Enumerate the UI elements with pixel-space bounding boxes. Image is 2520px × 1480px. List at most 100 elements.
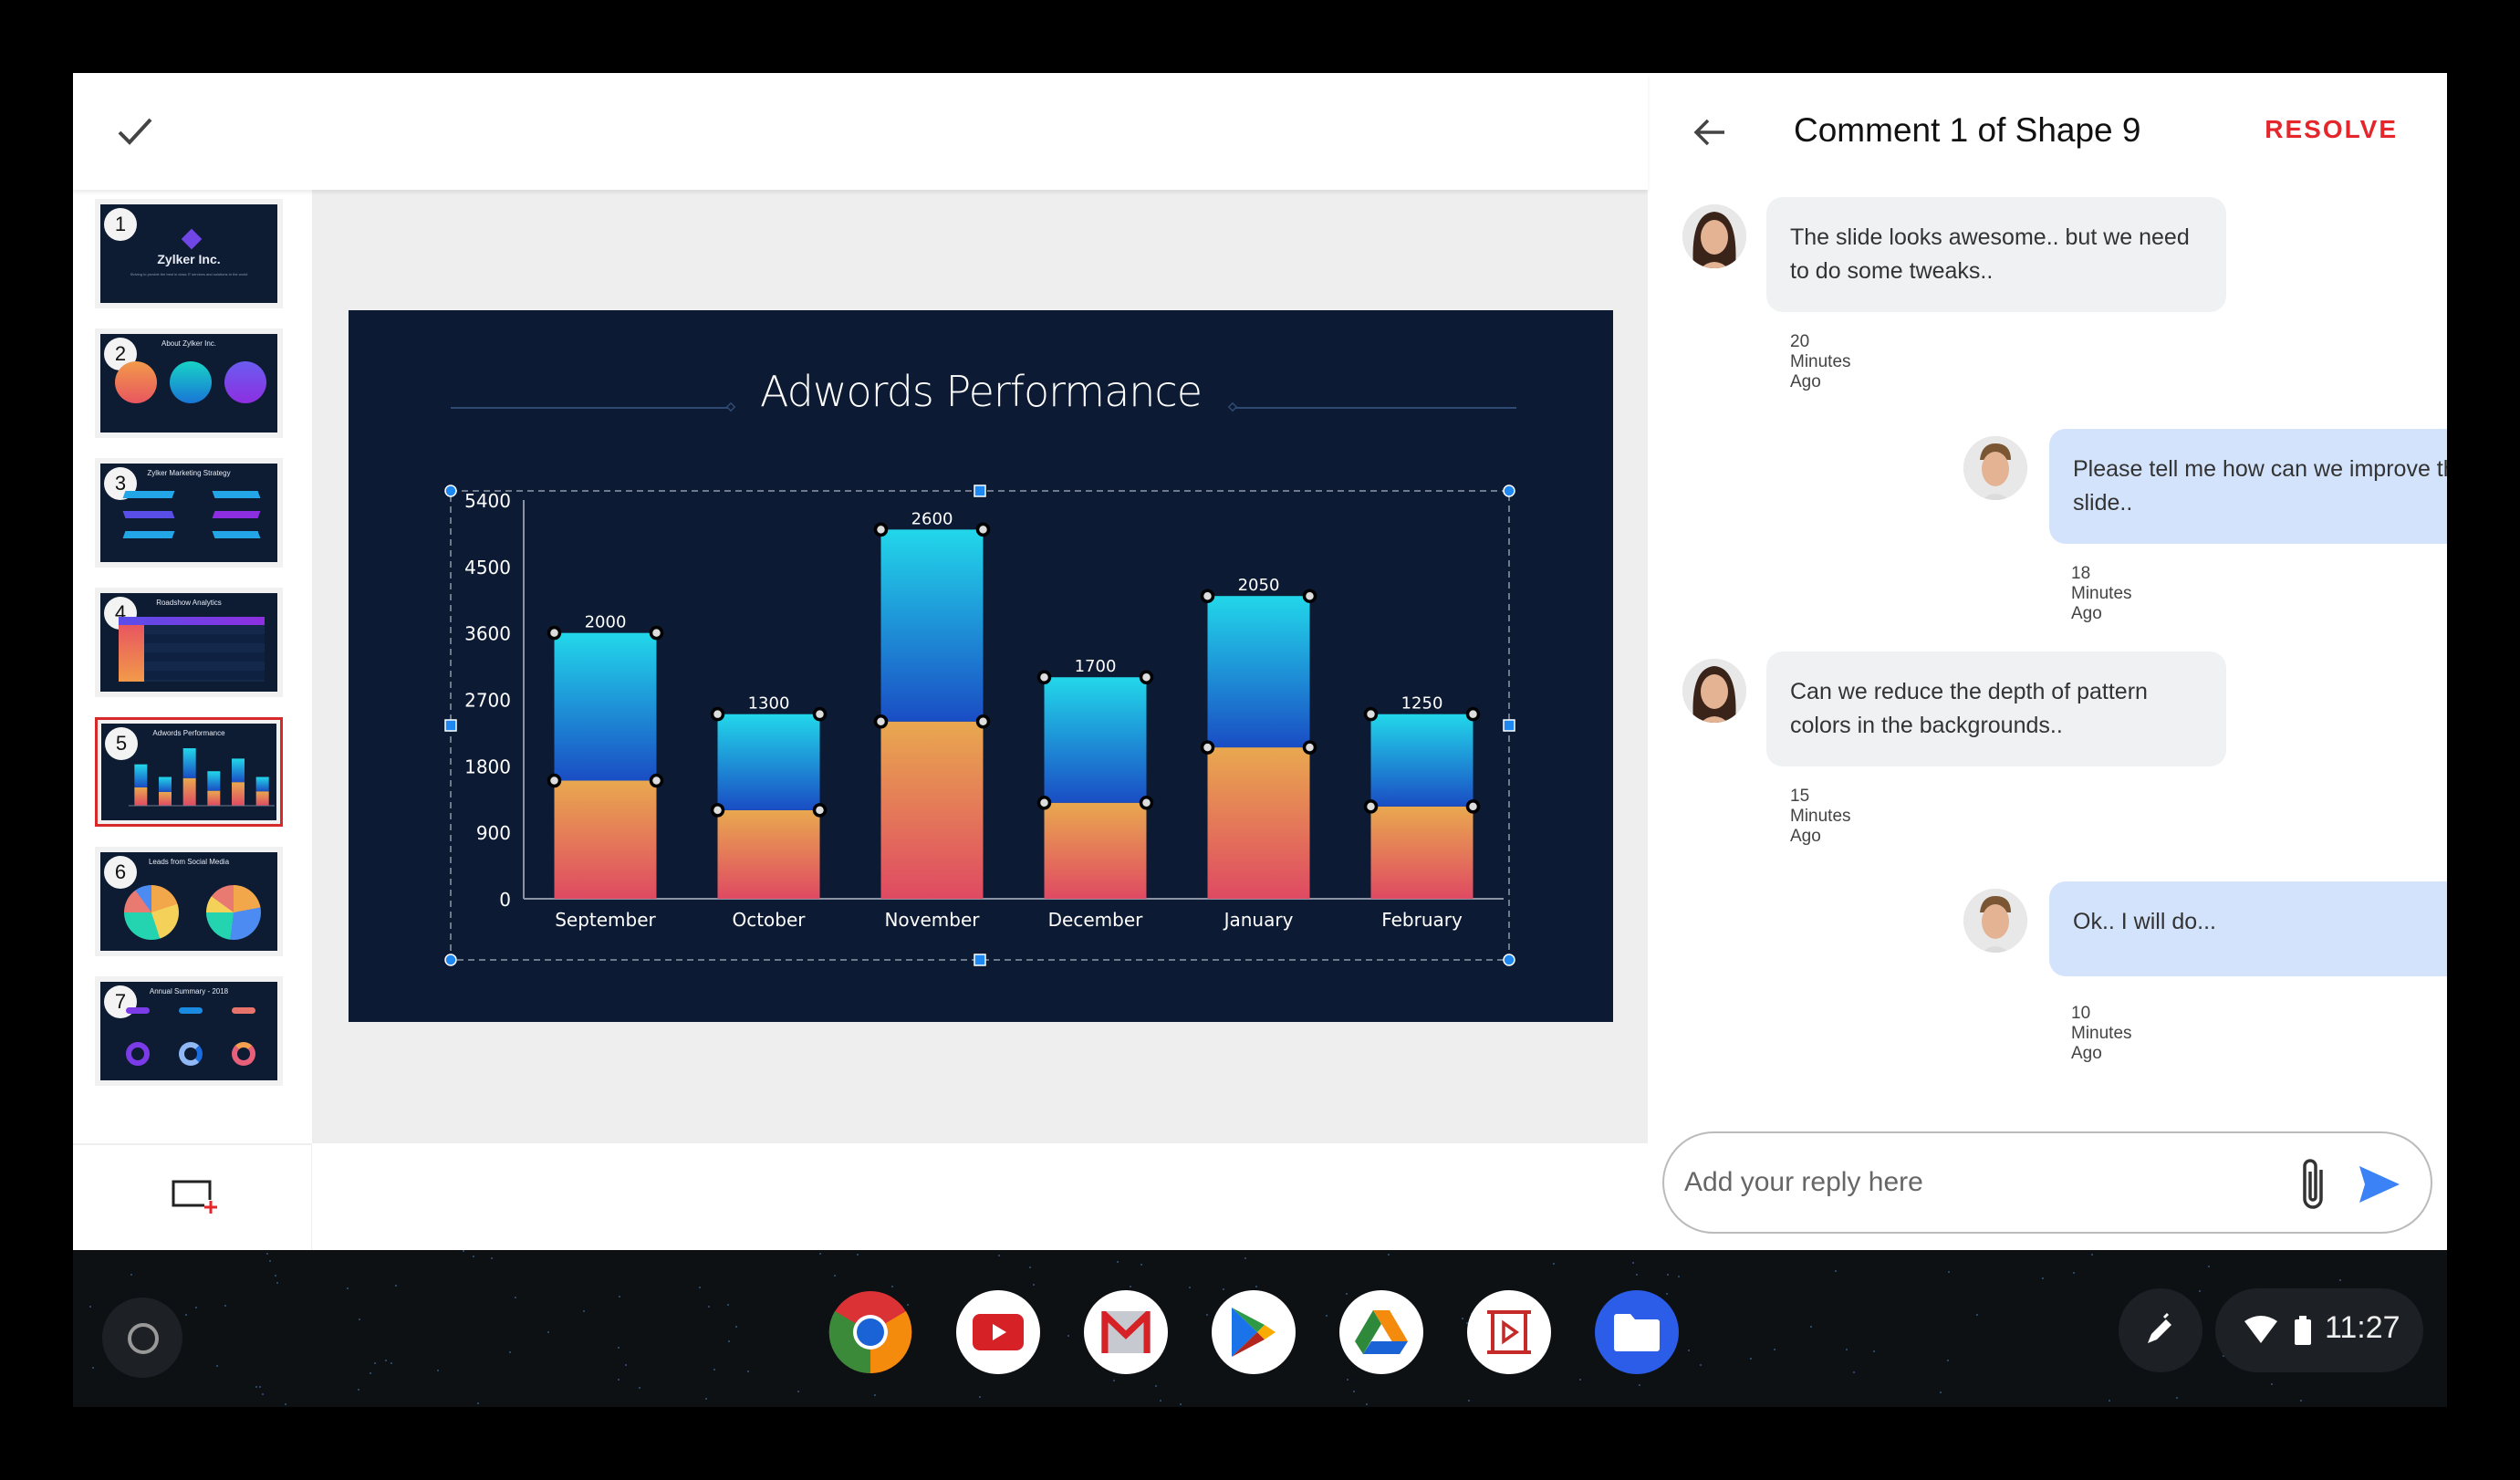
wallpaper-star <box>547 1331 549 1333</box>
data-label: 2600 <box>911 509 953 528</box>
app-show[interactable] <box>1467 1290 1551 1374</box>
slide-thumbnail-7[interactable]: 7 Annual Summary - 2018 <box>95 976 283 1086</box>
thumbnail-table-column <box>119 625 144 682</box>
thumbnail-bar <box>207 771 221 791</box>
bar-resize-handle <box>1139 670 1154 684</box>
files-icon <box>1614 1314 1660 1351</box>
slide-thumbnail-4[interactable]: 4 Roadshow Analytics <box>95 588 283 697</box>
pen-icon <box>2148 1312 2171 1343</box>
wallpaper-star <box>699 1287 701 1288</box>
drive-icon <box>1355 1310 1408 1354</box>
y-tick-label: 4500 <box>464 557 511 578</box>
thumbnail-pie <box>206 885 261 940</box>
thumbnail-preview: 2 About Zylker Inc. <box>100 334 277 433</box>
x-tick-label: November <box>884 909 980 931</box>
edge-resize-handle[interactable] <box>974 485 986 497</box>
slide-5[interactable]: Adwords Performance 0 900 1800 2700 3600 4500… <box>349 310 1613 1022</box>
app-chrome[interactable] <box>828 1290 912 1374</box>
stacked-bar-chart[interactable]: 09001800270036004500540016002000Septembe… <box>349 310 1613 1022</box>
wallpaper-star <box>1067 1335 1069 1337</box>
thumbnail-preview: 7 Annual Summary - 2018 <box>100 982 277 1080</box>
wallpaper-star <box>1846 1349 1848 1350</box>
slide-thumbnail-5[interactable]: 5 Adwords Performance <box>95 717 283 827</box>
thumbnail-bar <box>255 776 269 792</box>
back-button[interactable] <box>1684 109 1735 155</box>
thumbnail-bar <box>255 791 269 806</box>
reply-input[interactable] <box>1684 1153 2268 1212</box>
comment-timestamp: 20 Minutes Ago <box>1790 332 1851 391</box>
wallpaper-star <box>1666 1293 1668 1295</box>
app-gmail[interactable] <box>1084 1290 1168 1374</box>
wallpaper-star <box>625 1364 627 1366</box>
bar-resize-handle <box>1465 706 1481 722</box>
wallpaper-star <box>2091 1254 2093 1256</box>
wallpaper-star <box>891 1286 893 1287</box>
thumbnail-ribbon <box>122 531 175 538</box>
edge-resize-handle[interactable] <box>444 719 457 732</box>
stylus-tools-button[interactable] <box>2119 1288 2202 1372</box>
y-tick-label: 3600 <box>464 623 511 645</box>
wallpaper-star <box>385 1360 387 1361</box>
wallpaper-star <box>1155 1385 1157 1387</box>
bar-resize-handle <box>649 773 664 788</box>
app-play-store[interactable] <box>1212 1290 1296 1374</box>
wallpaper-star <box>1346 1293 1348 1295</box>
data-label: 1300 <box>748 694 790 714</box>
slide-number: 1 <box>104 208 137 241</box>
device-frame: 1 Zylker Inc. Striving to provide the be… <box>0 0 2520 1480</box>
app-youtube[interactable] <box>956 1290 1040 1374</box>
wallpaper-star <box>1255 1286 1257 1287</box>
thumbnail-title: Zylker Inc. <box>157 252 221 266</box>
bar-resize-handle <box>1036 796 1052 810</box>
slide-thumbnail-2[interactable]: 2 About Zylker Inc. <box>95 328 283 438</box>
comment-bubble: The slide looks awesome.. but we need to… <box>1766 197 2226 312</box>
corner-resize-handle[interactable] <box>444 485 457 497</box>
slide-thumbnail-1[interactable]: 1 Zylker Inc. Striving to provide the be… <box>95 199 283 308</box>
resolve-button[interactable]: RESOLVE <box>2265 115 2398 144</box>
bar-resize-handle <box>1302 740 1317 755</box>
wallpaper-star <box>639 1387 640 1389</box>
add-slide-button[interactable] <box>164 1173 219 1218</box>
wallpaper-star <box>1223 1288 1224 1290</box>
x-tick-label: February <box>1381 909 1463 931</box>
thumbnail-bar <box>134 787 148 806</box>
corner-resize-handle[interactable] <box>1503 485 1515 497</box>
status-tray[interactable]: 11:27 <box>2215 1288 2423 1372</box>
launcher-button[interactable] <box>102 1298 182 1378</box>
edge-resize-handle[interactable] <box>1503 719 1515 732</box>
wallpaper-star <box>1347 1379 1349 1381</box>
edge-resize-handle[interactable] <box>974 954 986 966</box>
title-decor-diamond <box>1227 401 1238 412</box>
wallpaper-star <box>266 1253 268 1255</box>
comment-timestamp: 18 Minutes Ago <box>2071 564 2132 623</box>
clock: 11:27 <box>2325 1310 2400 1345</box>
attach-button[interactable] <box>2294 1155 2334 1214</box>
corner-resize-handle[interactable] <box>444 954 457 966</box>
slide-thumbnail-6[interactable]: 6 Leads from Social Media <box>95 847 283 956</box>
corner-resize-handle[interactable] <box>1503 954 1515 966</box>
bar-lower-november <box>880 721 984 899</box>
bar-resize-handle <box>547 773 562 788</box>
wallpaper-star <box>2208 1266 2210 1267</box>
slide-thumbnail-3[interactable]: 3 Zylker Marketing Strategy <box>95 458 283 568</box>
thumbnail-ribbon <box>122 511 175 518</box>
data-label: 1250 <box>1401 694 1443 714</box>
app-drive[interactable] <box>1339 1290 1423 1374</box>
wallpaper-star <box>1639 1384 1640 1386</box>
wallpaper-star <box>747 1371 749 1372</box>
thumbnail-bar <box>134 764 148 787</box>
zylker-logo-icon <box>181 228 203 250</box>
wallpaper-star <box>463 1250 464 1252</box>
thumbnail-bar <box>159 776 172 792</box>
send-button[interactable] <box>2356 1162 2403 1206</box>
app-files[interactable] <box>1595 1290 1679 1374</box>
wallpaper-star <box>1579 1379 1581 1381</box>
bar-resize-handle <box>547 625 562 641</box>
y-tick-label: 0 <box>499 889 511 911</box>
wallpaper-star <box>2339 1279 2341 1281</box>
gmail-icon <box>1101 1311 1151 1353</box>
woman-avatar <box>1682 204 1746 268</box>
done-button[interactable] <box>109 106 161 157</box>
wallpaper-star <box>2042 1277 2044 1279</box>
thumbnail-ribbon <box>122 491 175 498</box>
